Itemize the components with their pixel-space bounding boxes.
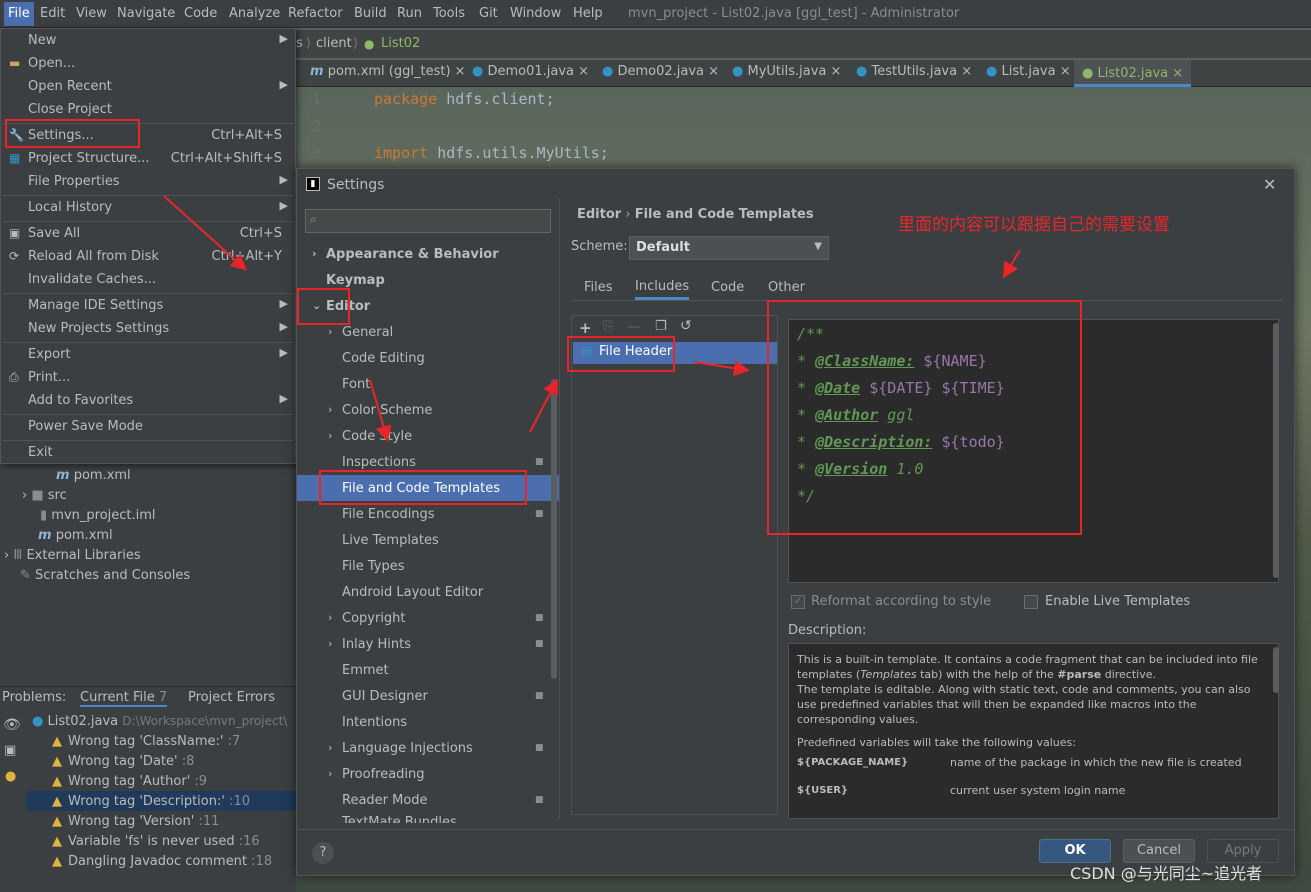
annotation-arrows <box>163 195 1021 442</box>
watermark-text: CSDN @与光同尘~追光者 <box>1070 864 1263 883</box>
